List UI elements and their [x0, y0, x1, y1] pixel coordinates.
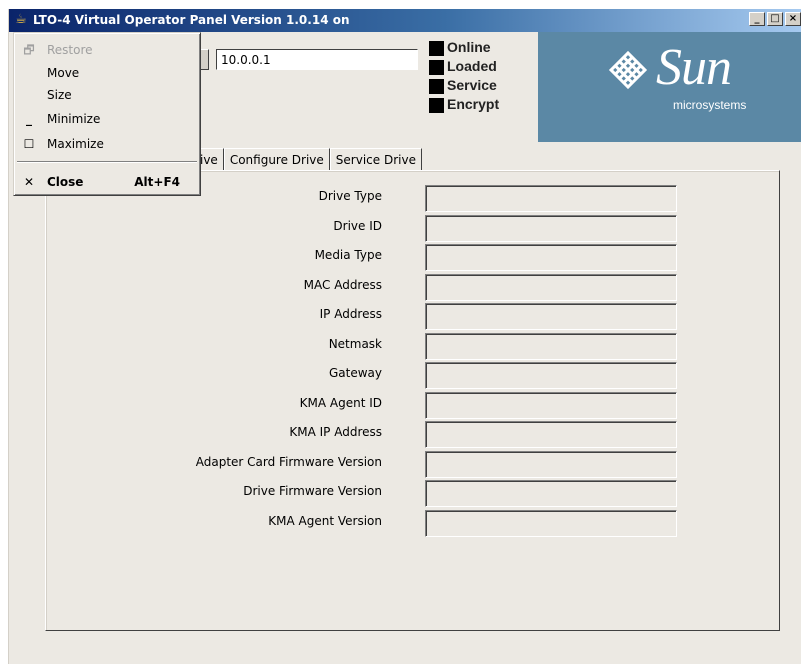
field-label: KMA Agent Version — [268, 514, 382, 528]
status-label: Online — [447, 38, 491, 55]
menu-item-close[interactable]: ✕ Close Alt+F4 — [14, 171, 200, 193]
drive-firmware-field — [425, 480, 677, 507]
minimize-window-button[interactable]: _ — [749, 12, 765, 26]
field-label: Drive Firmware Version — [243, 484, 382, 498]
kma-agent-version-field — [425, 510, 677, 537]
status-light-icon — [429, 60, 444, 75]
status-label: Encrypt — [447, 95, 500, 112]
adapter-firmware-field — [425, 451, 677, 478]
status-loaded: Loaded — [429, 56, 499, 75]
system-menu: 🗗 Restore Move Size _ Minimize ☐ Maximiz… — [13, 32, 201, 196]
field-label: KMA IP Address — [289, 425, 382, 439]
restore-icon: 🗗 — [23, 43, 35, 57]
field-label: Media Type — [314, 248, 382, 262]
kma-agent-id-field — [425, 392, 677, 419]
sun-logo: Sun microsystems — [538, 32, 801, 142]
ip-address-field — [425, 303, 677, 330]
status-light-icon — [429, 41, 444, 56]
menu-item-label: Move — [47, 66, 80, 80]
field-label: Drive ID — [333, 219, 382, 233]
window-controls: _ □ × — [749, 12, 801, 26]
maximize-window-button[interactable]: □ — [767, 12, 783, 26]
title-bar[interactable]: ☕ LTO-4 Virtual Operator Panel Version 1… — [9, 9, 801, 32]
java-cup-icon[interactable]: ☕ — [13, 12, 29, 28]
menu-item-minimize[interactable]: _ Minimize — [14, 108, 200, 130]
status-encrypt: Encrypt — [429, 94, 499, 113]
status-indicators: Online Loaded Service Encrypt — [429, 37, 499, 113]
menu-separator — [17, 161, 197, 163]
menu-item-move[interactable]: Move — [14, 62, 200, 84]
menu-item-restore[interactable]: 🗗 Restore — [14, 39, 200, 61]
logo-subtitle: microsystems — [673, 98, 747, 112]
kma-ip-address-field — [425, 421, 677, 448]
status-service: Service — [429, 75, 499, 94]
field-label: Netmask — [328, 337, 382, 351]
window-title: LTO-4 Virtual Operator Panel Version 1.0… — [33, 13, 350, 27]
menu-item-size[interactable]: Size — [14, 84, 200, 106]
drive-id-field — [425, 215, 677, 242]
tab-bar: ive Configure Drive Service Drive — [197, 148, 422, 171]
tab-drive-info[interactable]: ive — [197, 148, 224, 171]
sun-emblem-icon — [608, 50, 648, 90]
mac-address-field — [425, 274, 677, 301]
close-icon: ✕ — [23, 175, 35, 189]
gateway-field — [425, 362, 677, 389]
menu-item-label: Maximize — [47, 137, 104, 151]
menu-item-label: Size — [47, 88, 72, 102]
status-label: Loaded — [447, 57, 497, 74]
status-label: Service — [447, 76, 497, 93]
menu-item-label: Close — [47, 175, 84, 189]
address-input[interactable] — [216, 49, 418, 70]
logo-wordmark: Sun — [656, 39, 732, 96]
drive-info-panel: Drive Type Drive ID Media Type MAC Addre… — [45, 170, 780, 631]
media-type-field — [425, 244, 677, 271]
close-window-button[interactable]: × — [785, 12, 801, 26]
field-label: Gateway — [328, 366, 382, 380]
field-label: Adapter Card Firmware Version — [195, 455, 382, 469]
menu-item-label: Restore — [47, 43, 93, 57]
status-light-icon — [429, 98, 444, 113]
field-label: KMA Agent ID — [299, 396, 382, 410]
status-online: Online — [429, 37, 499, 56]
field-label: MAC Address — [303, 278, 382, 292]
menu-item-label: Minimize — [47, 112, 101, 126]
maximize-icon: ☐ — [23, 137, 35, 151]
field-label: IP Address — [319, 307, 382, 321]
menu-shortcut: Alt+F4 — [134, 175, 180, 189]
minimize-icon: _ — [26, 112, 32, 126]
netmask-field — [425, 333, 677, 360]
tab-configure-drive[interactable]: Configure Drive — [223, 148, 330, 171]
status-light-icon — [429, 79, 444, 94]
menu-item-maximize[interactable]: ☐ Maximize — [14, 133, 200, 155]
drive-type-field — [425, 185, 677, 212]
tab-service-drive[interactable]: Service Drive — [329, 148, 422, 171]
